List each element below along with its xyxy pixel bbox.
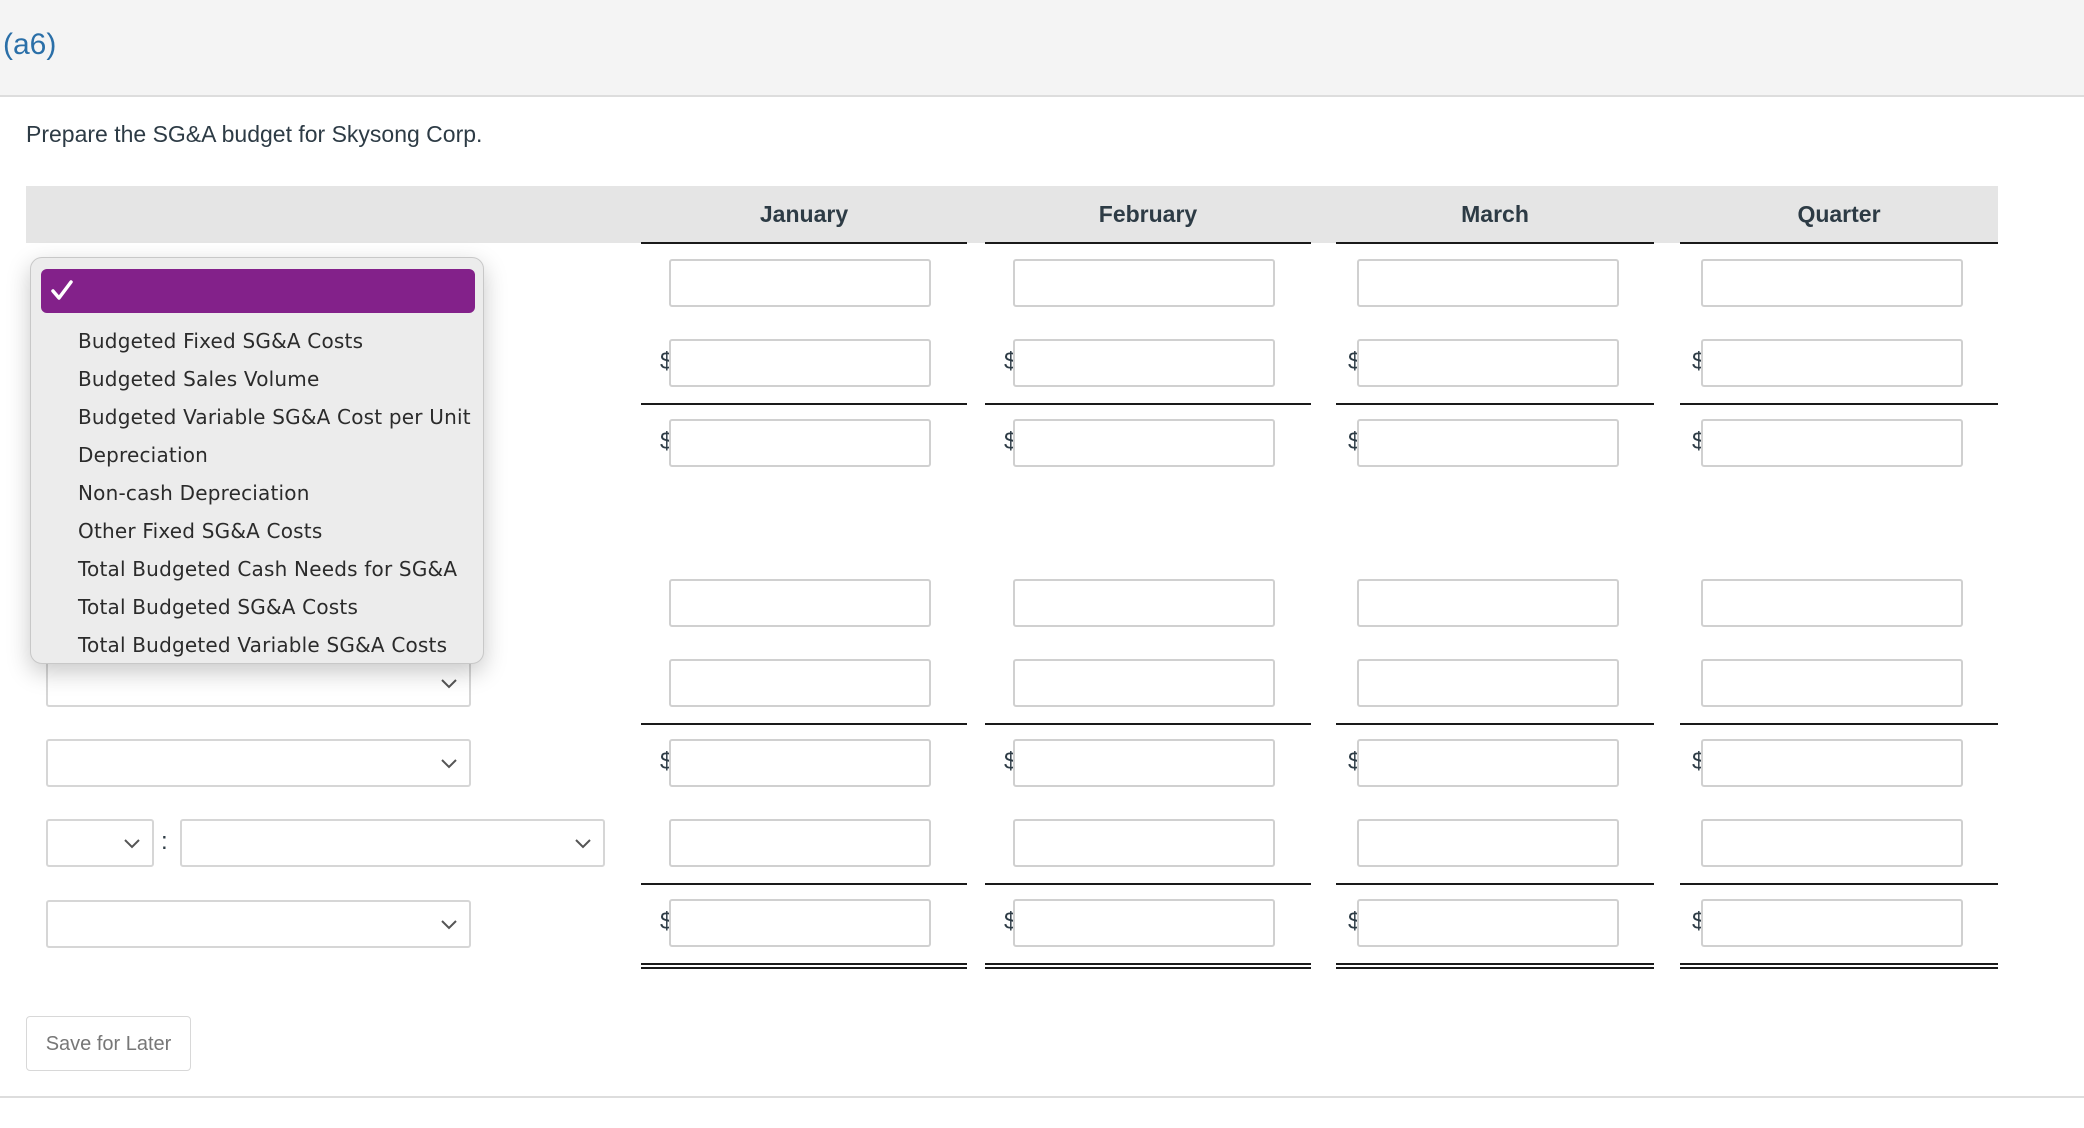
row-6-february-input[interactable] [1013,739,1275,787]
row-1-february-input[interactable] [1013,259,1275,307]
footer-divider [0,1096,2084,1098]
row-8-label-select[interactable] [46,900,471,948]
underline-january [641,723,967,725]
header-underline-march [1336,242,1654,244]
row-5-january-input[interactable] [669,659,931,707]
underline-february [985,723,1311,725]
row-6-label-select[interactable] [46,739,471,787]
row-2-quarter-input[interactable] [1701,339,1963,387]
dropdown-option[interactable]: Total Budgeted Variable SG&A Costs [78,633,447,657]
column-header-march: March [1461,201,1529,227]
dropdown-option-blank-selected[interactable] [41,269,475,313]
dropdown-option[interactable]: Non-cash Depreciation [78,481,310,505]
double-underline-february [985,963,1311,969]
double-underline-march [1336,963,1654,969]
row-8-quarter-input[interactable] [1701,899,1963,947]
header-underline-quarter [1680,242,1998,244]
chevron-down-icon [441,920,457,930]
header-underline-february [985,242,1311,244]
dropdown-option[interactable]: Total Budgeted SG&A Costs [78,595,358,619]
row-4-march-input[interactable] [1357,579,1619,627]
row-1-quarter-input[interactable] [1701,259,1963,307]
underline-january [641,883,967,885]
row-6-quarter-input[interactable] [1701,739,1963,787]
row-5-label-select[interactable] [46,659,471,707]
dropdown-option[interactable]: Budgeted Sales Volume [78,367,319,391]
row-3-february-input[interactable] [1013,419,1275,467]
part-label: (a6) [3,28,57,61]
row-8-march-input[interactable] [1357,899,1619,947]
row-2-january-input[interactable] [669,339,931,387]
row-2-february-input[interactable] [1013,339,1275,387]
row-3-quarter-input[interactable] [1701,419,1963,467]
label-dropdown-menu: Budgeted Fixed SG&A Costs Budgeted Sales… [30,257,484,664]
chevron-down-icon [441,759,457,769]
row-5-march-input[interactable] [1357,659,1619,707]
row-6-january-input[interactable] [669,739,931,787]
underline-march [1336,723,1654,725]
row-5-february-input[interactable] [1013,659,1275,707]
row-4-january-input[interactable] [669,579,931,627]
column-header-quarter: Quarter [1797,201,1881,227]
dropdown-option[interactable]: Total Budgeted Cash Needs for SG&A [78,557,457,581]
underline-february [985,883,1311,885]
row-7-prefix-select[interactable] [46,819,154,867]
row-7-quarter-input[interactable] [1701,819,1963,867]
chevron-down-icon [441,679,457,689]
row-7-january-input[interactable] [669,819,931,867]
header-underline-january [641,242,967,244]
save-for-later-button[interactable]: Save for Later [26,1016,191,1071]
row-4-quarter-input[interactable] [1701,579,1963,627]
row-7-label-select[interactable] [180,819,605,867]
question-prompt: Prepare the SG&A budget for Skysong Corp… [26,121,483,147]
underline-quarter [1680,403,1998,405]
row-8-january-input[interactable] [669,899,931,947]
row-7-march-input[interactable] [1357,819,1619,867]
dropdown-option[interactable]: Budgeted Fixed SG&A Costs [78,329,363,353]
dropdown-option[interactable]: Budgeted Variable SG&A Cost per Unit [78,405,471,429]
dropdown-option[interactable]: Depreciation [78,443,208,467]
column-header-january: January [759,201,849,227]
underline-february [985,403,1311,405]
dropdown-option[interactable]: Other Fixed SG&A Costs [78,519,322,543]
row-7-colon: : [161,828,168,855]
question-part-header [0,0,2084,97]
underline-quarter [1680,723,1998,725]
underline-quarter [1680,883,1998,885]
checkmark-icon [51,280,73,300]
row-3-january-input[interactable] [669,419,931,467]
row-3-march-input[interactable] [1357,419,1619,467]
underline-march [1336,883,1654,885]
column-header-february: February [1098,201,1198,227]
chevron-down-icon [124,839,140,849]
row-1-january-input[interactable] [669,259,931,307]
row-6-march-input[interactable] [1357,739,1619,787]
double-underline-january [641,963,967,969]
double-underline-quarter [1680,963,1998,969]
row-5-quarter-input[interactable] [1701,659,1963,707]
underline-march [1336,403,1654,405]
row-4-february-input[interactable] [1013,579,1275,627]
chevron-down-icon [575,839,591,849]
underline-january [641,403,967,405]
row-7-february-input[interactable] [1013,819,1275,867]
row-2-march-input[interactable] [1357,339,1619,387]
row-1-march-input[interactable] [1357,259,1619,307]
row-8-february-input[interactable] [1013,899,1275,947]
